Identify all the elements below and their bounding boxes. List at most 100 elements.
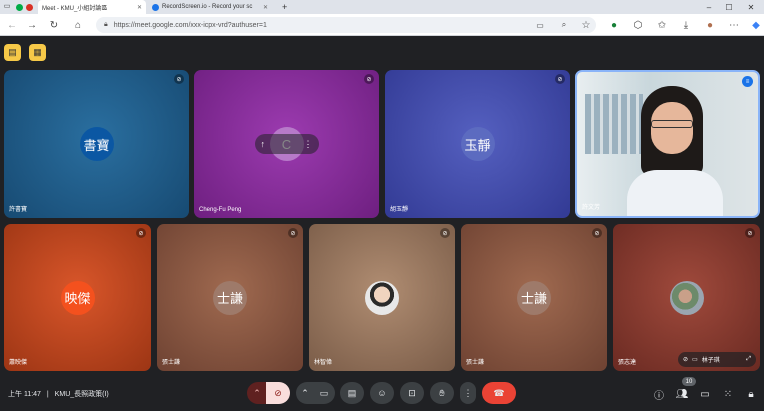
meet-stage: ▤ ▦ ⊘ 書寶 許書寶 ⊘ C ↑ ⋮ Cheng-Fu Peng ⊘ 玉靜 …	[0, 36, 764, 411]
close-tab-icon[interactable]: ✕	[137, 4, 142, 11]
participant-tile[interactable]: ⊘ 書寶 許書寶	[4, 70, 189, 218]
plus-icon: +	[282, 2, 288, 12]
meeting-info-button[interactable]: ▤	[4, 44, 21, 61]
new-tab-button[interactable]: +	[278, 0, 292, 14]
participant-name: 胡玉靜	[390, 207, 409, 213]
recordscreen-favicon	[152, 3, 159, 11]
mic-off-icon: ⊘	[592, 228, 602, 238]
close-tab-icon[interactable]: ✕	[263, 4, 268, 11]
tab-recordscreen[interactable]: RecordScreen.io - Record your sc ✕	[148, 0, 272, 14]
address-bar[interactable]: 🔒︎ https://meet.google.com/xxx-icpx-vrd?…	[96, 17, 596, 33]
tab-meet[interactable]: Meet - KMU_小組討論區 ✕	[38, 0, 146, 14]
participant-name: Cheng-Fu Peng	[199, 207, 242, 213]
mic-off-icon: ⊘	[136, 228, 146, 238]
tab-meet-label: Meet - KMU_小組討論區	[42, 5, 108, 12]
participant-tile[interactable]: ⊘ 林智偉	[309, 224, 455, 371]
forward-arrow-icon[interactable]: →	[24, 17, 40, 33]
present-screen-icon: ⊡	[408, 387, 416, 398]
participant-name: 許書寶	[9, 207, 28, 213]
close-window-button[interactable]: ✕	[742, 0, 760, 14]
favorites-icon[interactable]: ✩	[654, 17, 670, 33]
glasses	[651, 120, 693, 128]
mic-options-button[interactable]: ⌃	[247, 382, 267, 404]
more-vert-icon: ⋮	[463, 387, 473, 398]
participant-tile[interactable]: ⊘ C ↑ ⋮ Cheng-Fu Peng	[194, 70, 379, 218]
pin-icon[interactable]: ↑	[261, 139, 266, 149]
mic-off-icon: ⊘	[440, 228, 450, 238]
emoji-button[interactable]: ☺	[370, 382, 394, 404]
self-view-bar: ⊘ ▭ 林子琪 ⤢	[678, 352, 756, 367]
emoji-icon: ☺	[377, 388, 387, 398]
record-dot-icon	[26, 3, 33, 11]
mic-toggle-button[interactable]: ⊘	[266, 382, 290, 404]
extensions-puzzle-icon[interactable]: ⬡	[630, 17, 646, 33]
copilot-icon[interactable]: ◆	[748, 17, 764, 33]
meet-favicon	[16, 3, 23, 11]
participant-tile[interactable]: ⊘ ⊘ ▭ 林子琪 ⤢ 張志達	[613, 224, 760, 371]
mic-off-icon[interactable]: ⊘	[683, 356, 688, 363]
downloads-icon[interactable]: ⤓	[678, 17, 694, 33]
camera-options-button[interactable]: ⌃	[296, 382, 314, 404]
participant-name: 蕭映傑	[9, 360, 28, 366]
maximize-button[interactable]: ☐	[720, 0, 738, 14]
lock-icon: 🔒︎	[104, 21, 108, 28]
participant-tile[interactable]: ⊘ 映傑 蕭映傑	[4, 224, 151, 371]
more-options-button[interactable]: ⋮	[460, 382, 476, 404]
participant-tile[interactable]: ⊘ 士謙 張士謙	[461, 224, 607, 371]
meeting-clock: 上午 11:47 | KMU_長照政策(I)	[8, 389, 109, 399]
person-video	[627, 86, 723, 216]
profile-avatar-icon[interactable]: ●	[702, 17, 718, 33]
participant-video-tile[interactable]: ≡ 許文芳	[575, 70, 760, 218]
participant-tile[interactable]: ⊘ 玉靜 胡玉靜	[385, 70, 570, 218]
activities-grid-icon[interactable]: ⁙	[721, 387, 735, 401]
mic-off-icon: ⊘	[745, 228, 755, 238]
info-icon[interactable]: ⓘ	[652, 387, 666, 402]
participant-count-badge: 10	[682, 377, 696, 386]
minimize-button[interactable]: –	[700, 0, 718, 14]
more-menu-icon[interactable]: ⋯	[726, 17, 742, 33]
people-icon[interactable]: 👥︎	[675, 387, 689, 401]
camera-toggle-button[interactable]: ▭	[313, 382, 335, 404]
back-arrow-icon[interactable]: ←	[4, 17, 20, 33]
present-button[interactable]: ⊡	[400, 382, 424, 404]
captions-icon: ▤	[347, 387, 357, 398]
captions-button[interactable]: ▤	[340, 382, 364, 404]
camera-icon[interactable]: ▭	[692, 356, 698, 363]
host-controls-icon[interactable]: 🔒︎	[744, 387, 758, 401]
camera-permission-icon[interactable]: ▭	[532, 17, 548, 33]
participant-name: 許文芳	[582, 205, 601, 211]
participant-tile[interactable]: ⊘ 士謙 張士謙	[157, 224, 303, 371]
reload-icon[interactable]: ↻	[46, 17, 62, 33]
leave-call-button[interactable]: ☎︎	[482, 382, 516, 404]
self-view-name: 林子琪	[701, 358, 720, 364]
browser-tab-strip: ▭ Meet - KMU_小組討論區 ✕ RecordScreen.io - R…	[0, 0, 764, 14]
avatar-photo	[365, 280, 399, 315]
participant-name: 張志達	[618, 360, 637, 366]
participant-name: 林智偉	[314, 360, 333, 366]
url-text: https://meet.google.com/xxx-icpx-vrd?aut…	[113, 21, 267, 29]
avatar: 士謙	[517, 280, 551, 315]
speaking-indicator-icon: ≡	[742, 76, 753, 87]
expand-icon[interactable]: ⤢	[746, 356, 751, 363]
extension-green-icon[interactable]: ●	[606, 17, 622, 33]
camera-icon: ▭	[319, 387, 329, 398]
chat-icon[interactable]: ▭	[698, 387, 712, 401]
meeting-title: KMU_長照政策(I)	[54, 391, 109, 398]
tile-hover-controls: ↑ ⋮	[254, 134, 319, 154]
hand-icon: ✋︎	[439, 387, 445, 398]
home-icon[interactable]: ⌂	[70, 17, 86, 33]
raise-hand-button[interactable]: ✋︎	[430, 382, 454, 404]
participant-name: 張士謙	[466, 360, 485, 366]
meeting-control-bar: 上午 11:47 | KMU_長照政策(I) ⌃ ⊘ ⌃ ▭ ▤ ☺ ⊡ ✋︎ …	[0, 375, 764, 411]
participant-name: 張士謙	[162, 360, 181, 366]
avatar-photo	[669, 280, 704, 315]
bookmark-star-icon[interactable]: ☆	[578, 17, 594, 33]
avatar: 玉靜	[460, 127, 495, 161]
avatar: 書寶	[79, 127, 114, 161]
activities-button[interactable]: ▦	[29, 44, 46, 61]
shirt	[627, 170, 723, 216]
more-options-icon[interactable]: ⋮	[304, 139, 313, 150]
zoom-icon[interactable]: ⌕	[556, 17, 572, 33]
time-text: 上午 11:47	[8, 391, 41, 398]
browser-menu-icon[interactable]: ▭	[2, 0, 12, 13]
